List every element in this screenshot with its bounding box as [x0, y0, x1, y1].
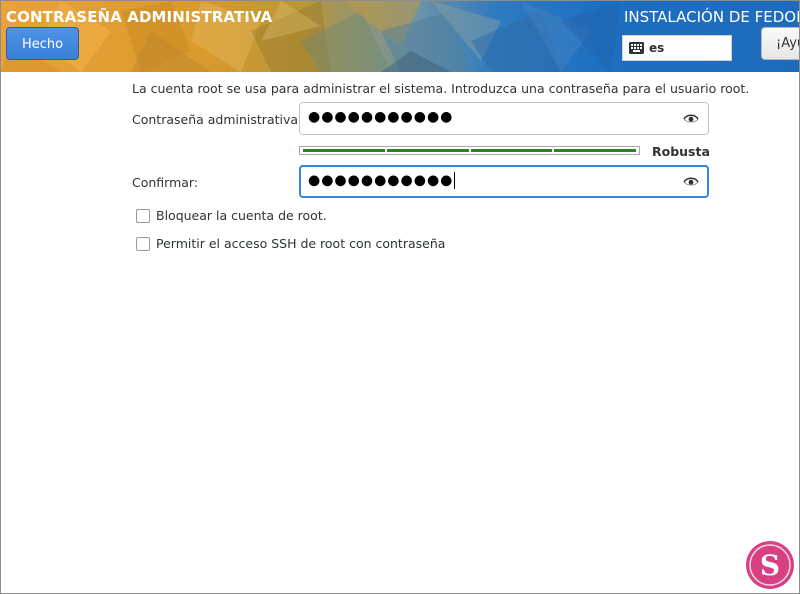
password-label: Contraseña administrativa: [132, 112, 303, 127]
confirm-value: ●●●●●●●●●●● [308, 172, 456, 189]
installer-title: INSTALACIÓN DE FEDORA [624, 8, 799, 26]
ssh-root-label[interactable]: Permitir el acceso SSH de root con contr… [156, 236, 445, 251]
lock-root-checkbox[interactable] [136, 209, 150, 223]
ssh-root-checkbox[interactable] [136, 237, 150, 251]
text-caret [454, 172, 456, 189]
watermark-logo: S [746, 541, 794, 589]
svg-text:S: S [760, 549, 780, 582]
password-field[interactable]: ●●●●●●●●●●● [299, 102, 709, 135]
eye-icon[interactable] [683, 176, 699, 188]
page-title: CONTRASEÑA ADMINISTRATIVA [6, 8, 273, 26]
done-button[interactable]: Hecho [6, 27, 79, 60]
strength-label: Robusta [652, 144, 710, 159]
lock-root-label[interactable]: Bloquear la cuenta de root. [156, 208, 327, 223]
help-button[interactable]: ¡Ayuda! [761, 27, 799, 60]
password-value: ●●●●●●●●●●● [308, 109, 454, 125]
eye-icon[interactable] [683, 113, 699, 125]
root-description: La cuenta root se usa para administrar e… [132, 81, 750, 96]
strength-segment [470, 149, 553, 152]
strength-segment [554, 149, 636, 152]
keyboard-layout-label: es [649, 41, 665, 55]
confirm-field[interactable]: ●●●●●●●●●●● [299, 165, 709, 198]
installer-window: CONTRASEÑA ADMINISTRATIVA Hecho INSTALAC… [0, 0, 800, 594]
password-strength-bar [299, 146, 640, 155]
keyboard-icon [629, 42, 644, 54]
strength-segment [303, 149, 385, 152]
header-banner: CONTRASEÑA ADMINISTRATIVA Hecho INSTALAC… [1, 1, 799, 72]
keyboard-layout-indicator[interactable]: es [622, 35, 732, 61]
confirm-label: Confirmar: [132, 175, 199, 190]
strength-segment [386, 149, 469, 152]
